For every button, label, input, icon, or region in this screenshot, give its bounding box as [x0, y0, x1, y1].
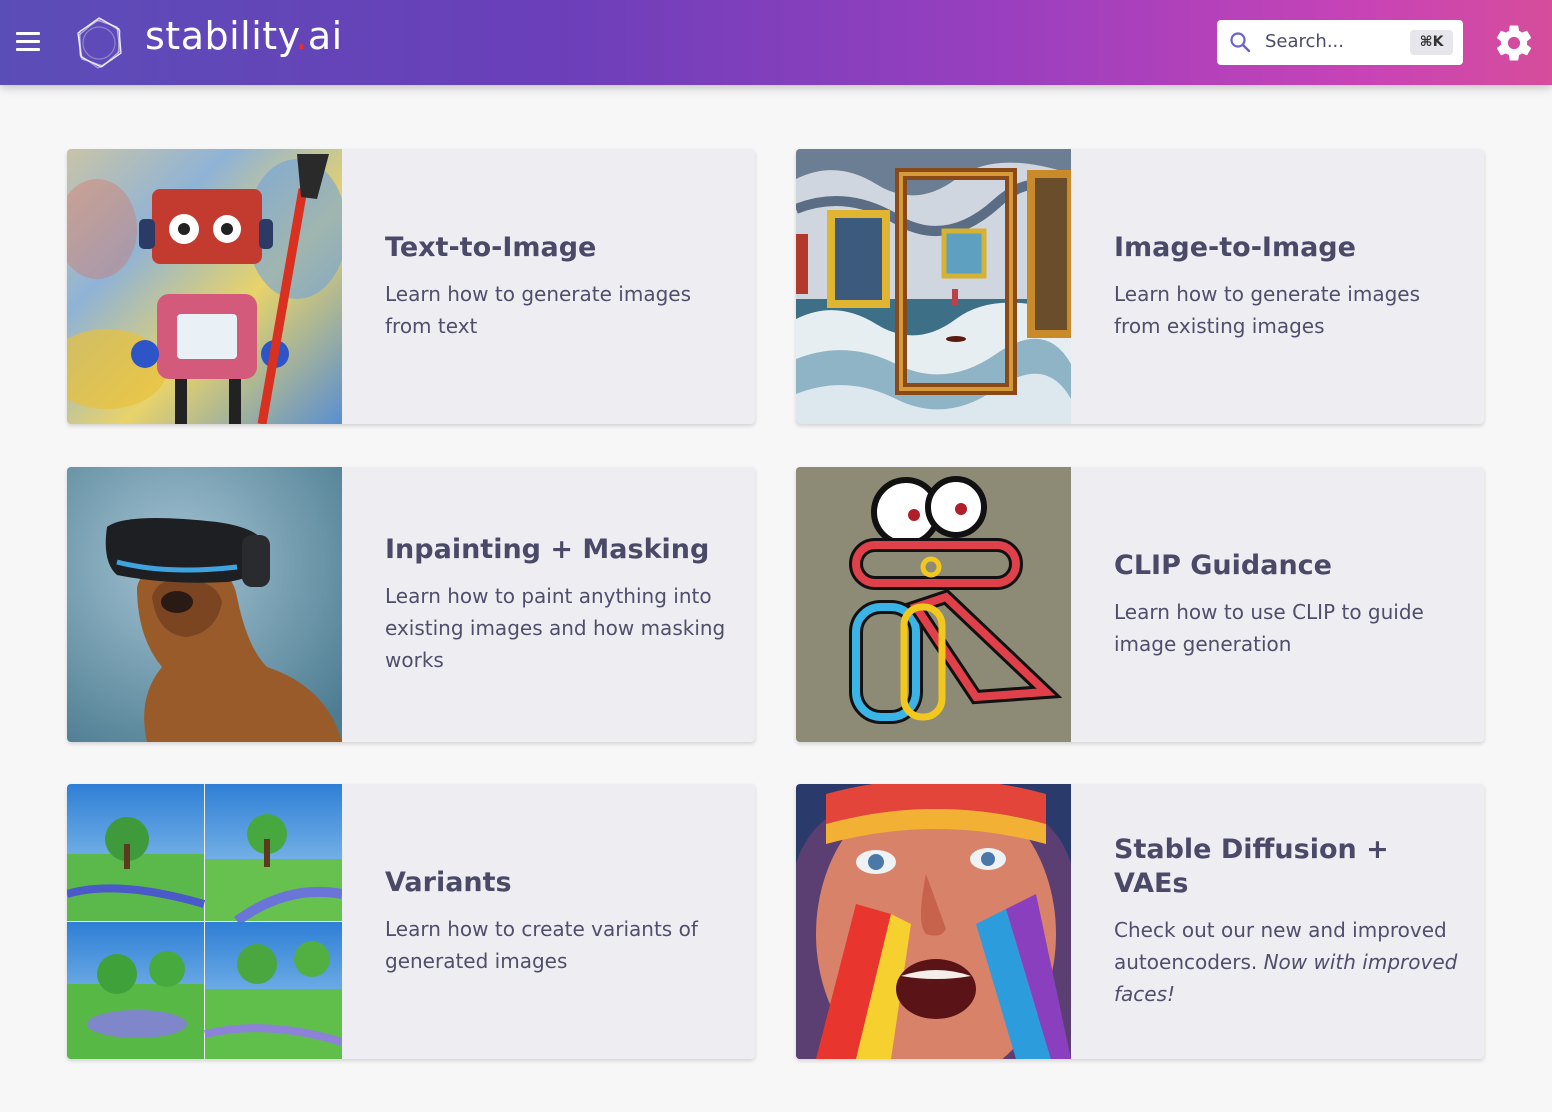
- card-title: Stable Diffusion + VAEs: [1114, 833, 1389, 899]
- search-box[interactable]: Search... ⌘K: [1217, 20, 1463, 65]
- card-description: Learn how to use CLIP to guide image gen…: [1114, 600, 1424, 657]
- menu-icon[interactable]: [16, 32, 40, 52]
- top-navbar: stability.ai Search... ⌘K: [0, 0, 1552, 85]
- brand-wordmark[interactable]: stability.ai: [145, 14, 343, 58]
- card-description: Learn how to generate images from existi…: [1114, 282, 1420, 339]
- card-clip-guidance[interactable]: CLIP Guidance Learn how to use CLIP to g…: [796, 467, 1484, 742]
- rainbow-face-image: [796, 784, 1071, 1059]
- card-title: Variants: [385, 866, 512, 898]
- search-icon: [1230, 32, 1251, 53]
- card-description: Check out our new and improved autoencod…: [1114, 914, 1464, 1010]
- card-description: Learn how to create variants of generate…: [385, 917, 698, 974]
- dog-vr-headset-image: [67, 467, 342, 742]
- card-title: Text-to-Image: [385, 231, 597, 263]
- card-inpainting-masking[interactable]: Inpainting + Masking Learn how to paint …: [67, 467, 755, 742]
- card-description: Learn how to paint anything into existin…: [385, 584, 726, 673]
- brand-dot: .: [295, 14, 308, 58]
- card-title: Image-to-Image: [1114, 231, 1356, 263]
- card-content: Stable Diffusion + VAEs Check out our ne…: [1114, 784, 1464, 1059]
- brand-name: stability: [145, 14, 296, 58]
- robot-painter-image: [67, 149, 342, 424]
- landscape-variants-grid-image: [67, 784, 342, 1059]
- search-placeholder: Search...: [1265, 31, 1345, 52]
- card-title: CLIP Guidance: [1114, 549, 1332, 581]
- card-image-to-image[interactable]: Image-to-Image Learn how to generate ima…: [796, 149, 1484, 424]
- brand-suffix: ai: [307, 14, 343, 58]
- paperclip-character-image: [796, 467, 1071, 742]
- card-content: Variants Learn how to create variants of…: [385, 784, 735, 1059]
- stability-logo-icon[interactable]: [73, 15, 125, 71]
- card-stable-diffusion-vaes[interactable]: Stable Diffusion + VAEs Check out our ne…: [796, 784, 1484, 1059]
- card-content: Text-to-Image Learn how to generate imag…: [385, 149, 735, 424]
- card-content: CLIP Guidance Learn how to use CLIP to g…: [1114, 467, 1464, 742]
- card-title: Inpainting + Masking: [385, 533, 710, 565]
- card-variants[interactable]: Variants Learn how to create variants of…: [67, 784, 755, 1059]
- card-description: Learn how to generate images from text: [385, 282, 691, 339]
- keyboard-shortcut-badge: ⌘K: [1410, 30, 1453, 55]
- card-content: Image-to-Image Learn how to generate ima…: [1114, 149, 1464, 424]
- surreal-frames-image: [796, 149, 1071, 424]
- card-text-to-image[interactable]: Text-to-Image Learn how to generate imag…: [67, 149, 755, 424]
- card-content: Inpainting + Masking Learn how to paint …: [385, 467, 735, 742]
- gear-icon[interactable]: [1493, 22, 1535, 64]
